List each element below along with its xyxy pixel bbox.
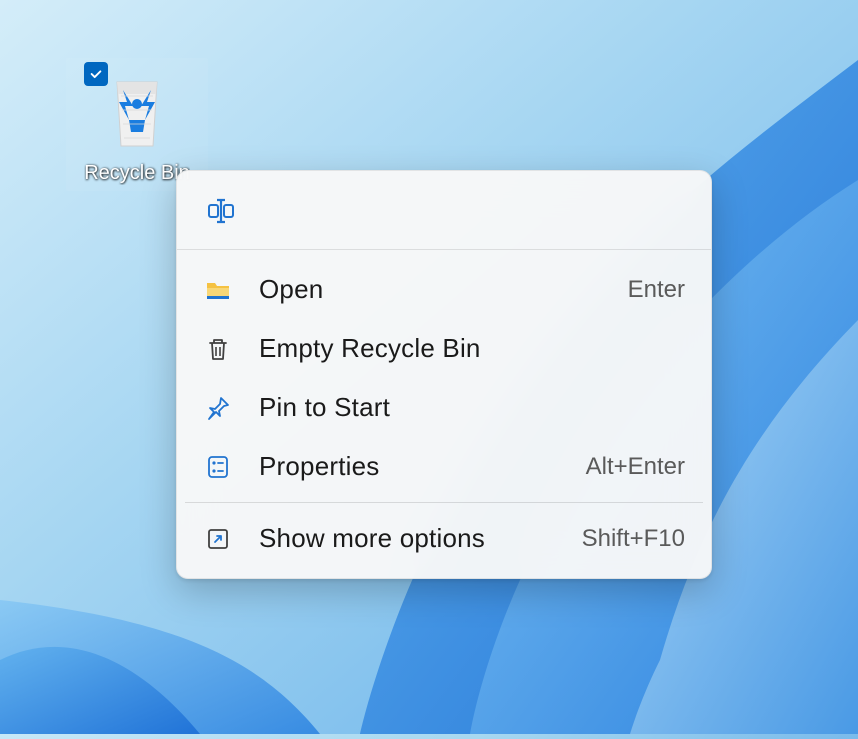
selection-checkbox[interactable] <box>84 62 108 86</box>
folder-icon <box>203 275 233 305</box>
context-menu-header <box>177 171 711 250</box>
menu-item-shortcut: Shift+F10 <box>582 525 685 553</box>
menu-item-open[interactable]: Open Enter <box>185 260 703 319</box>
rename-icon <box>205 195 237 227</box>
properties-icon <box>203 452 233 482</box>
menu-item-properties[interactable]: Properties Alt+Enter <box>185 437 703 496</box>
recycle-bin-icon <box>101 68 173 156</box>
menu-item-label: Empty Recycle Bin <box>259 333 659 364</box>
menu-item-label: Properties <box>259 451 560 482</box>
menu-item-shortcut: Enter <box>628 276 685 304</box>
menu-item-empty-recycle-bin[interactable]: Empty Recycle Bin <box>185 319 703 378</box>
menu-item-label: Open <box>259 274 602 305</box>
menu-item-label: Pin to Start <box>259 392 659 423</box>
pin-icon <box>203 393 233 423</box>
trash-icon <box>203 334 233 364</box>
recycle-bin-label: Recycle Bin <box>84 162 190 185</box>
menu-separator <box>185 502 703 503</box>
menu-item-pin-to-start[interactable]: Pin to Start <box>185 378 703 437</box>
rename-button[interactable] <box>199 189 243 233</box>
expand-icon <box>203 524 233 554</box>
check-icon <box>89 67 103 81</box>
menu-item-show-more-options[interactable]: Show more options Shift+F10 <box>185 509 703 568</box>
menu-item-shortcut: Alt+Enter <box>586 453 685 481</box>
context-menu: Open Enter Empty Recycle Bin Pin to Star… <box>176 170 712 579</box>
menu-item-label: Show more options <box>259 523 556 554</box>
context-menu-body: Open Enter Empty Recycle Bin Pin to Star… <box>177 250 711 578</box>
